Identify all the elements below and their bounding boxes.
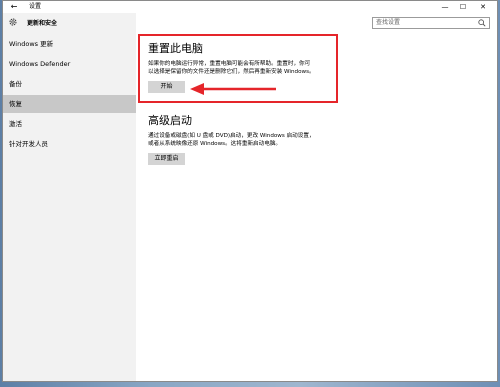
sidebar-item-recovery[interactable]: 恢复 (3, 95, 136, 113)
sidebar-item-for-developers[interactable]: 针对开发人员 (3, 135, 136, 153)
get-started-button[interactable]: 开始 (148, 81, 185, 93)
sidebar-nav: Windows 更新 Windows Defender 备份 恢复 激活 针对开… (3, 35, 136, 155)
red-arrow-icon (190, 83, 276, 95)
search-box[interactable]: 查找设置 (372, 17, 490, 29)
sidebar-item-label: 激活 (9, 120, 22, 128)
sidebar-header-label: 更新和安全 (27, 20, 58, 27)
sidebar-item-backup[interactable]: 备份 (3, 75, 136, 93)
sidebar-item-activation[interactable]: 激活 (3, 115, 136, 133)
gear-icon[interactable] (8, 17, 18, 27)
title-bar: ← 设置 — ☐ ✕ (3, 1, 497, 13)
sidebar-item-windows-defender[interactable]: Windows Defender (3, 55, 136, 73)
sidebar-item-label: Windows 更新 (9, 40, 54, 48)
window-title: 设置 (29, 3, 42, 10)
sidebar-item-label: 备份 (9, 80, 22, 88)
minimize-button[interactable]: — (437, 1, 453, 13)
advanced-startup-title: 高级启动 (148, 114, 192, 127)
sidebar-item-label: 针对开发人员 (9, 140, 48, 148)
advanced-startup-description-line2: 或者从系统映像还原 Windows。这将重新启动电脑。 (148, 141, 282, 147)
back-arrow-icon[interactable]: ← (9, 1, 19, 13)
search-icon[interactable] (478, 19, 486, 27)
sidebar-item-label: 恢复 (9, 100, 22, 108)
reset-pc-title: 重置此电脑 (148, 42, 203, 55)
search-input[interactable]: 查找设置 (376, 18, 400, 28)
sidebar: 更新和安全 Windows 更新 Windows Defender 备份 恢复 … (3, 13, 136, 381)
sidebar-item-label: Windows Defender (9, 60, 71, 68)
restart-now-button[interactable]: 立即重启 (148, 153, 185, 165)
maximize-button[interactable]: ☐ (455, 1, 471, 13)
reset-pc-description-line2: 以选择是保留你的文件还是删除它们，然后再重新安装 Windows。 (148, 69, 315, 75)
settings-window: ← 设置 — ☐ ✕ 更新和安全 Windows 更新 Windows Defe… (2, 0, 498, 382)
close-button[interactable]: ✕ (475, 1, 491, 13)
sidebar-item-windows-update[interactable]: Windows 更新 (3, 35, 136, 53)
sidebar-header: 更新和安全 (3, 13, 136, 33)
